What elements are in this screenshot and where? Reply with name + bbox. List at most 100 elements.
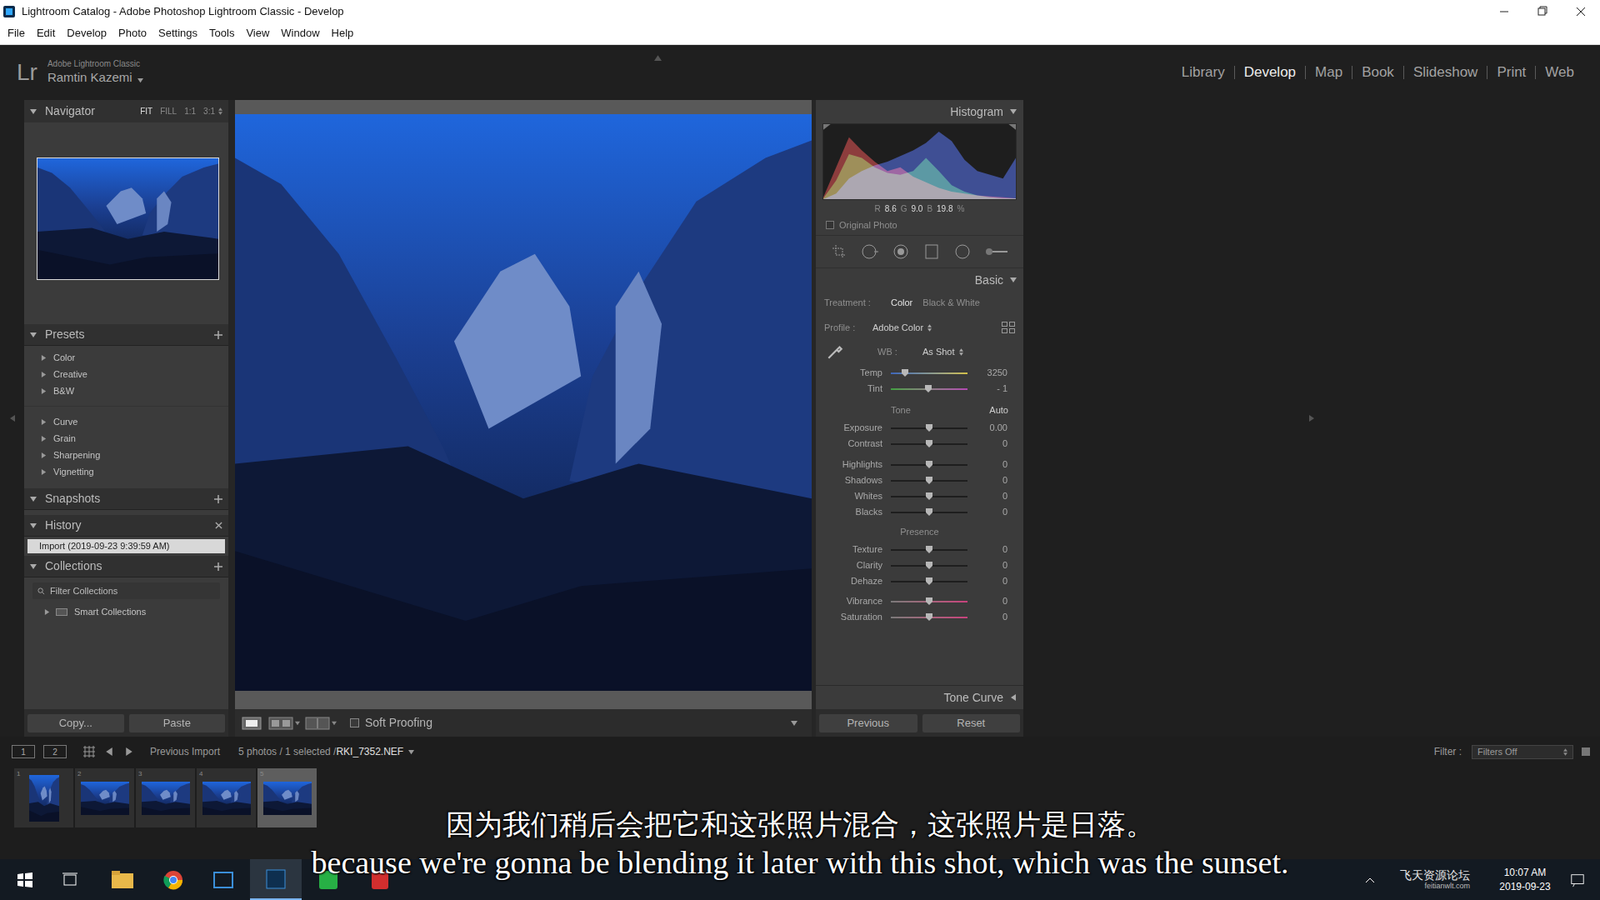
treatment-option[interactable]: Black & White bbox=[922, 295, 980, 310]
expand-icon[interactable] bbox=[40, 435, 47, 442]
thumbnail-image[interactable] bbox=[202, 781, 251, 815]
slider-track[interactable] bbox=[890, 427, 968, 430]
expand-icon[interactable] bbox=[40, 355, 47, 361]
thumbnail-image[interactable] bbox=[263, 781, 312, 815]
slider-track[interactable] bbox=[890, 511, 968, 514]
slider-thumb-icon[interactable] bbox=[925, 613, 933, 621]
module-tab[interactable]: Book bbox=[1352, 61, 1404, 84]
menu-item[interactable]: Window bbox=[275, 25, 325, 42]
slider-thumb-icon[interactable] bbox=[925, 492, 933, 500]
slider-value[interactable]: 0.00 bbox=[967, 423, 1008, 433]
updown-icon[interactable] bbox=[1563, 748, 1568, 756]
slider-thumb-icon[interactable] bbox=[925, 440, 933, 448]
tray-chevron-icon[interactable] bbox=[1365, 876, 1375, 884]
zoom-option[interactable]: FILL bbox=[160, 105, 177, 118]
screen-button[interactable]: 1 bbox=[11, 745, 35, 759]
menu-item[interactable]: Settings bbox=[152, 25, 204, 42]
panel-button[interactable]: Reset bbox=[922, 714, 1021, 733]
expand-icon[interactable] bbox=[40, 419, 47, 425]
slider-thumb-icon[interactable] bbox=[925, 561, 933, 570]
menu-item[interactable]: Edit bbox=[30, 25, 61, 42]
slider-thumb-icon[interactable] bbox=[925, 424, 933, 432]
spot-removal-icon[interactable] bbox=[861, 243, 879, 260]
lightroom-taskbar-button[interactable] bbox=[250, 859, 302, 900]
history-item[interactable]: Import (2019-09-23 9:39:59 AM) bbox=[27, 539, 225, 554]
brush-icon[interactable] bbox=[985, 243, 1009, 260]
slider-value[interactable]: 0 bbox=[967, 491, 1008, 501]
panel-header[interactable]: History bbox=[24, 515, 229, 537]
slider-track[interactable] bbox=[890, 372, 968, 375]
menu-item[interactable]: Develop bbox=[60, 25, 113, 42]
thumbnail[interactable]: 1 bbox=[14, 768, 74, 828]
grid-view-icon[interactable] bbox=[83, 745, 95, 758]
thumbnail-image[interactable] bbox=[29, 775, 60, 822]
close-icon[interactable] bbox=[215, 521, 223, 530]
phone-app-icon[interactable] bbox=[318, 870, 339, 890]
collections-filter[interactable]: Filter Collections bbox=[32, 582, 220, 600]
dropdown-icon[interactable] bbox=[408, 749, 415, 755]
expand-icon[interactable] bbox=[40, 469, 47, 475]
graduated-filter-icon[interactable] bbox=[923, 243, 940, 260]
panel-button[interactable]: Paste bbox=[129, 714, 226, 733]
auto-button[interactable]: Auto bbox=[989, 403, 1009, 418]
profile-browser-icon[interactable] bbox=[1001, 321, 1015, 334]
minimize-icon[interactable] bbox=[1485, 0, 1524, 23]
collection-item[interactable]: Smart Collections bbox=[24, 602, 229, 621]
treatment-option[interactable]: Color bbox=[890, 295, 913, 310]
slider-track[interactable] bbox=[890, 616, 968, 619]
soft-proofing-checkbox[interactable]: Soft Proofing bbox=[350, 714, 433, 732]
panel-header[interactable]: Snapshots bbox=[24, 488, 229, 510]
restore-icon[interactable] bbox=[1523, 0, 1562, 23]
profile-dropdown[interactable]: Adobe Color bbox=[872, 320, 924, 335]
task-view-icon[interactable] bbox=[61, 871, 79, 889]
panel-header[interactable]: Collections bbox=[24, 555, 229, 578]
chrome-icon[interactable] bbox=[163, 870, 184, 890]
slider-track[interactable] bbox=[890, 580, 968, 583]
slider-value[interactable]: 0 bbox=[967, 460, 1008, 470]
collapse-icon[interactable] bbox=[1010, 694, 1017, 701]
before-after-icon[interactable] bbox=[305, 716, 330, 730]
notifications-icon[interactable] bbox=[1570, 872, 1585, 888]
collapse-icon[interactable] bbox=[30, 563, 37, 570]
slider-value[interactable]: 0 bbox=[967, 545, 1008, 555]
toolbar-menu-icon[interactable] bbox=[790, 720, 799, 727]
filter-toggle-icon[interactable] bbox=[1581, 747, 1590, 756]
slider-thumb-icon[interactable] bbox=[925, 476, 933, 485]
zoom-option[interactable]: 3:1 bbox=[203, 105, 215, 118]
back-icon[interactable] bbox=[105, 747, 114, 756]
thumbnail[interactable]: 5 bbox=[257, 768, 317, 828]
slider-value[interactable]: 0 bbox=[967, 439, 1008, 449]
thumbnail-image[interactable] bbox=[141, 781, 190, 815]
crop-icon[interactable] bbox=[830, 243, 848, 260]
slider-track[interactable] bbox=[890, 388, 968, 390]
collapse-icon[interactable] bbox=[1010, 108, 1017, 115]
collapse-icon[interactable] bbox=[30, 522, 37, 530]
radial-filter-icon[interactable] bbox=[954, 243, 971, 260]
panel-toggle-icon[interactable] bbox=[9, 414, 16, 423]
panel-header[interactable]: Tone Curve bbox=[815, 685, 1024, 710]
updown-icon[interactable] bbox=[218, 107, 223, 115]
collapse-icon[interactable] bbox=[30, 108, 37, 115]
panel-header[interactable]: Presets bbox=[24, 324, 229, 346]
start-icon[interactable] bbox=[16, 871, 34, 889]
filmstrip-source[interactable]: Previous Import bbox=[150, 744, 220, 760]
panel-button[interactable]: Copy... bbox=[27, 714, 125, 733]
forward-icon[interactable] bbox=[125, 747, 134, 756]
slider-thumb-icon[interactable] bbox=[925, 385, 932, 393]
filter-dropdown[interactable]: Filters Off bbox=[1471, 745, 1574, 760]
collapse-icon[interactable] bbox=[30, 495, 37, 503]
menu-item[interactable]: Help bbox=[325, 25, 360, 42]
module-tab[interactable]: Web bbox=[1535, 61, 1584, 84]
menu-item[interactable]: Photo bbox=[112, 25, 153, 42]
user-name[interactable]: Ramtin Kazemi bbox=[47, 70, 133, 86]
dropdown-icon[interactable] bbox=[137, 77, 144, 84]
compare-view-icon[interactable] bbox=[268, 716, 294, 730]
clock[interactable]: 10:07 AM2019-09-23 bbox=[1490, 865, 1560, 895]
slider-thumb-icon[interactable] bbox=[925, 460, 933, 469]
thumbnail[interactable]: 3 bbox=[135, 768, 195, 828]
before-after-dropdown-icon[interactable] bbox=[331, 720, 337, 726]
panel-header[interactable]: Histogram bbox=[815, 100, 1024, 124]
app-icon[interactable] bbox=[213, 870, 234, 890]
module-tab[interactable]: Map bbox=[1305, 61, 1352, 84]
thumbnail-image[interactable] bbox=[80, 781, 130, 815]
